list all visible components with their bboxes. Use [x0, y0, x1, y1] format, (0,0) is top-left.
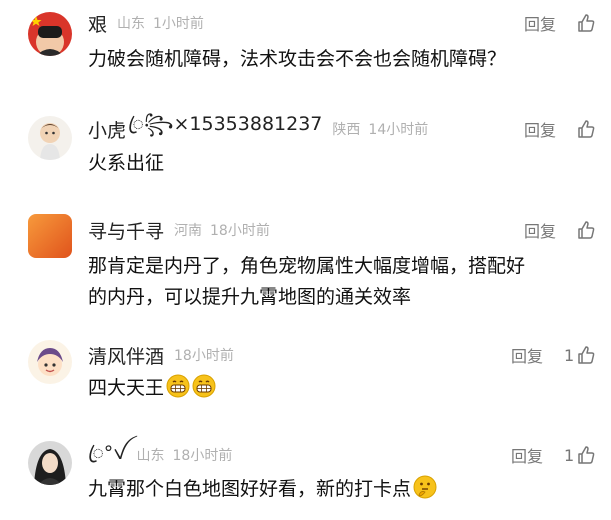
comment-meta: 清风伴酒 18小时前 [88, 341, 234, 369]
reply-button[interactable]: 回复 [524, 9, 556, 37]
comment-text: 火系出征 [88, 152, 165, 174]
comment-meta: 小虎 ꦿ꧂×15353881237 陕西 14小时前 [88, 113, 429, 143]
comment-text: 九霄那个白色地图好好看，新的打卡点 [88, 474, 593, 505]
comment-meta: 寻与千寻 河南 18小时前 [88, 216, 270, 244]
username-decoration: ꦿ꧂×15353881237 [128, 113, 323, 135]
comment-text-line: 那肯定是内丹了，角色宠物属性大幅度增幅，搭配好 [88, 255, 526, 277]
thinking-emoji-icon [413, 475, 437, 499]
comment-text: 力破会随机障碍，法术攻击会不会也会随机障碍？ [88, 48, 507, 70]
username[interactable]: 艰 [88, 10, 107, 37]
username[interactable]: 清风伴酒 [88, 342, 164, 369]
like-count: 1 [564, 345, 575, 365]
like-button[interactable] [576, 9, 596, 37]
comment-text: 那肯定是内丹了，角色宠物属性大幅度增幅，搭配好 的内丹，可以提升九霄地图的通关效… [88, 251, 593, 313]
comment-meta: ꦿ°ꪜ 山东 18小时前 [88, 441, 232, 469]
grin-emoji-icon [192, 374, 216, 398]
like-button[interactable]: 1 [564, 441, 596, 469]
comment-meta: 艰 山东 1小时前 [88, 9, 204, 37]
location-label: 河南 [174, 223, 203, 239]
comment-text-body: 四大天王 [88, 377, 165, 399]
reply-button[interactable]: 回复 [511, 341, 543, 369]
grin-emoji-icon [166, 374, 190, 398]
thumbs-up-icon [578, 14, 595, 32]
reply-button[interactable]: 回复 [524, 115, 556, 143]
avatar[interactable] [28, 441, 72, 485]
comment-text-body: 九霄那个白色地图好好看，新的打卡点 [88, 478, 412, 500]
timestamp: 1小时前 [153, 16, 204, 32]
username[interactable]: 寻与千寻 [88, 217, 164, 244]
timestamp: 18小时前 [210, 223, 270, 239]
avatar[interactable] [28, 116, 72, 160]
comment-text: 四大天王 [88, 373, 593, 404]
avatar[interactable] [28, 340, 72, 384]
thumbs-up-icon [578, 446, 595, 464]
location-label: 山东 [136, 448, 165, 464]
timestamp: 18小时前 [172, 448, 233, 464]
like-button[interactable]: 1 [564, 341, 596, 369]
avatar[interactable] [28, 214, 72, 258]
username[interactable]: ꦿ°ꪜ [88, 434, 127, 477]
timestamp: 14小时前 [368, 122, 429, 138]
comment-text-line: 的内丹，可以提升九霄地图的通关效率 [88, 286, 412, 308]
reply-button[interactable]: 回复 [511, 441, 543, 469]
like-button[interactable] [576, 216, 596, 244]
like-count: 1 [564, 445, 575, 465]
timestamp: 18小时前 [174, 348, 234, 364]
thumbs-up-icon [578, 120, 595, 138]
thumbs-up-icon [578, 346, 595, 364]
thumbs-up-icon [578, 221, 595, 239]
username[interactable]: 小虎 [88, 116, 126, 143]
location-label: 山东 [117, 16, 146, 32]
avatar[interactable] [28, 12, 72, 56]
location-label: 陕西 [332, 122, 361, 138]
reply-button[interactable]: 回复 [524, 216, 556, 244]
like-button[interactable] [576, 115, 596, 143]
